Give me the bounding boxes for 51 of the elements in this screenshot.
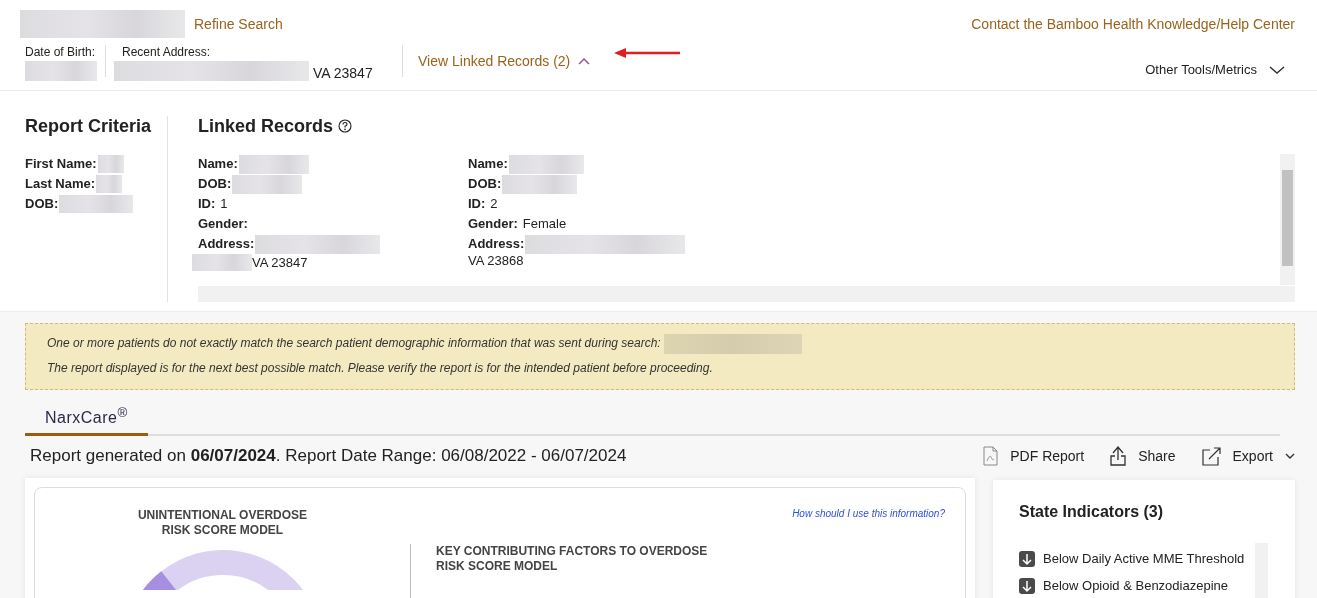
indicator-text: Below Daily Active MME Threshold: [1043, 551, 1245, 567]
section-title: KEY CONTRIBUTING FACTORS TO OVERDOSE RISK SCORE MODEL: [436, 544, 709, 576]
indicator-text: Below Opioid & Benzodiazepine: [1043, 578, 1228, 594]
field-value: Female: [522, 215, 567, 233]
annotation-arrow: [612, 48, 683, 58]
help-icon: [338, 119, 353, 133]
card-title: State Indicators (3): [1019, 503, 1165, 522]
field-label: Address:: [468, 235, 525, 253]
field-label: Date of Birth:: [25, 45, 97, 59]
field-label: ID:: [198, 195, 216, 213]
section-title: Report Criteria: [25, 116, 153, 136]
share-button[interactable]: Share: [1110, 446, 1176, 467]
document-icon: [983, 446, 999, 467]
field-label: Recent Address:: [122, 45, 212, 59]
chevron-icon: [1285, 452, 1295, 460]
field-value: VA 23868: [468, 254, 524, 268]
warning-text: One or more patients do not exactly match the search patient demographic information that was sent during search:: [47, 335, 661, 352]
report-summary: Report generated on 06/07/2024. Report Date Range: 06/08/2022 - 06/07/2024: [30, 446, 628, 467]
report-tab[interactable]: NarxCare$^{®}$: [25, 402, 148, 437]
down-arrow-icon: [1019, 550, 1035, 567]
field-label: Address:: [198, 235, 255, 253]
field-label: Name:: [198, 155, 238, 173]
field-label: ID:: [468, 195, 486, 213]
help-center-link[interactable]: Contact the Bamboo Health Knowledge/Help Center: [971, 16, 1295, 32]
vertical-scrollbar[interactable]: [1280, 154, 1295, 285]
down-arrow-icon: [1019, 577, 1035, 594]
caret-icon: [578, 56, 591, 66]
export-icon: [1201, 446, 1221, 467]
field-value: 2: [490, 195, 498, 213]
field-label: Gender:: [198, 215, 248, 233]
field-label: Last Name:: [25, 175, 96, 193]
info-link[interactable]: How should I use this information?: [792, 508, 945, 520]
export-button[interactable]: Export: [1201, 446, 1295, 467]
field-label: Name:: [468, 155, 508, 173]
field-value: 1: [220, 195, 228, 213]
field-label: DOB:: [198, 175, 232, 193]
other-tools-menu[interactable]: Other Tools/Metrics: [1145, 62, 1295, 77]
warning-text: The report displayed is for the next best possible match. Please verify the report is for the intended patient before proceeding.: [47, 360, 713, 377]
linked-records-toggle[interactable]: View Linked Records (2): [418, 53, 591, 69]
pdf-button[interactable]: PDF Report: [983, 446, 1085, 467]
chevron-icon: [1269, 64, 1285, 75]
field-label: DOB:: [468, 175, 502, 193]
refine-search-link[interactable]: Refine Search: [194, 16, 283, 32]
field-label: DOB:: [25, 195, 59, 213]
field-label: First Name:: [25, 155, 97, 173]
share-icon: [1110, 446, 1127, 467]
card-title: UNINTENTIONAL OVERDOSE RISK SCORE MODEL: [137, 508, 308, 539]
field-label: Gender:: [468, 215, 518, 233]
section-title: Linked Records: [198, 115, 334, 137]
field-value: VA 23847: [313, 65, 373, 81]
field-value: VA 23847: [252, 255, 308, 270]
